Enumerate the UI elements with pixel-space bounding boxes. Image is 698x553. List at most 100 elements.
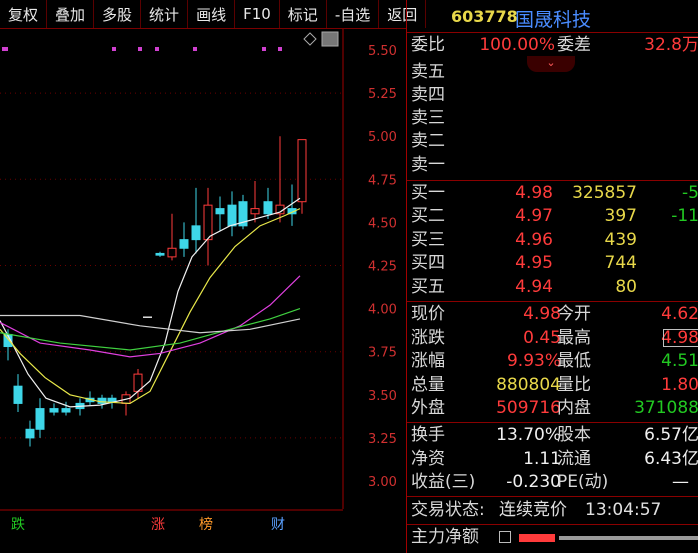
shouyi-value: -0.230 — [506, 472, 561, 492]
draw-line-button[interactable]: 画线 — [188, 0, 236, 28]
zhangfu-value: 9.93% — [506, 351, 561, 371]
y-tick-label: 3.25 — [368, 432, 397, 447]
buy-label: 买四 — [411, 253, 445, 273]
sell-row: 卖二 — [407, 131, 698, 152]
chart-marker-dot — [262, 47, 266, 51]
divider — [407, 422, 698, 423]
sell-row: 卖四 — [407, 85, 698, 106]
buy-change: -5 — [682, 183, 698, 203]
zhangdie-label: 涨跌 — [411, 328, 445, 348]
quote-panel: 603778 国晟科技 委比 100.00% 委差 32.8万 ⌄ 卖五 卖四 … — [406, 0, 698, 553]
buy-label: 买一 — [411, 183, 445, 203]
divider — [407, 32, 698, 33]
guben-label: 股本 — [557, 425, 591, 445]
stat-row: 总量 880804 量比 1.80 — [407, 375, 698, 396]
buy-row: 买四 4.95 744 — [407, 253, 698, 274]
sell-label: 卖五 — [411, 62, 445, 82]
jinkai-label: 今开 — [557, 304, 591, 324]
y-tick-label: 5.25 — [368, 87, 397, 102]
y-tick-label: 5.00 — [368, 130, 397, 145]
candle-body — [167, 247, 177, 258]
liangbi-value: 1.80 — [661, 375, 698, 395]
shouyi-label: 收益(三) — [411, 472, 476, 492]
kline-svg: 5.50 5.25 5.00 4.75 4.50 4.25 4.00 3.75 3.50 3.25… — [0, 29, 397, 533]
event-marker: 跌 — [11, 517, 25, 533]
candle-body — [191, 225, 201, 241]
list-icon[interactable] — [499, 531, 511, 543]
guben-value: 6.57亿 — [644, 425, 698, 445]
y-tick-label: 4.25 — [368, 260, 397, 275]
candle-body — [179, 239, 189, 249]
main-net-bar — [519, 534, 698, 542]
buy-label: 买五 — [411, 277, 445, 297]
buy-price: 4.96 — [515, 230, 553, 250]
divider — [407, 496, 698, 497]
sell-row: 卖三 — [407, 108, 698, 129]
y-tick-label: 4.00 — [368, 303, 397, 318]
kline-chart[interactable]: 5.50 5.25 5.00 4.75 4.50 4.25 4.00 3.75 3.50 3.25… — [0, 29, 406, 553]
candle-body — [263, 201, 273, 215]
huanshou-label: 换手 — [411, 425, 445, 445]
stat-row: 现价 4.98 今开 4.62 — [407, 304, 698, 325]
neipan-value: 371088 — [634, 398, 698, 418]
chart-marker-dot — [278, 47, 282, 51]
remove-watchlist-button[interactable]: -自选 — [327, 0, 380, 28]
candle-body — [49, 408, 59, 413]
sell-label: 卖三 — [411, 108, 445, 128]
f10-button[interactable]: F10 — [235, 0, 280, 28]
chart-marker-dot — [193, 47, 197, 51]
ma60-line — [0, 314, 301, 334]
xianjia-value: 4.98 — [523, 304, 561, 324]
y-tick-label: 5.50 — [368, 44, 397, 59]
overlay-button[interactable]: 叠加 — [47, 0, 95, 28]
multi-stock-button[interactable]: 多股 — [94, 0, 142, 28]
stat-row: 净资 1.11 流通 6.43亿 — [407, 449, 698, 470]
diamond-icon — [303, 32, 317, 46]
main-net-row[interactable]: 主力净额 — [407, 527, 698, 548]
y-tick-label: 3.00 — [368, 475, 397, 490]
buy-row: 买二 4.97 397 -11 — [407, 206, 698, 227]
buy-price: 4.94 — [515, 277, 553, 297]
zongliang-value: 880804 — [496, 375, 561, 395]
buy-price: 4.95 — [515, 253, 553, 273]
chart-marker-dot — [155, 47, 159, 51]
pe-value: — — [672, 472, 689, 492]
divider — [407, 180, 698, 181]
jingzi-value: 1.11 — [523, 449, 561, 469]
stat-row: 换手 13.70% 股本 6.57亿 — [407, 425, 698, 446]
statistics-button[interactable]: 统计 — [141, 0, 189, 28]
zuidi-label: 最低 — [557, 351, 591, 371]
stock-code: 603778 — [451, 7, 518, 26]
buy-change: -11 — [671, 206, 698, 226]
chart-marker-dot — [4, 47, 8, 51]
buy-label: 买二 — [411, 206, 445, 226]
weicha-label: 委差 — [557, 35, 591, 55]
buy-row: 买五 4.94 80 — [407, 277, 698, 298]
menu-icon — [321, 31, 339, 47]
buy-volume: 325857 — [572, 183, 637, 203]
ma20-line — [0, 275, 301, 358]
fuquan-button[interactable]: 复权 — [0, 0, 48, 28]
stat-row: 收益(三) -0.230 PE(动) — — [407, 472, 698, 493]
sell-label: 卖二 — [411, 131, 445, 151]
sell-label: 卖四 — [411, 85, 445, 105]
zuigao-label: 最高 — [557, 328, 591, 348]
jinkai-value: 4.62 — [661, 304, 698, 324]
chart-marker-dot — [112, 47, 116, 51]
chart-marker-dot — [138, 47, 142, 51]
stock-name[interactable]: 国晟科技 — [515, 5, 591, 32]
candle-body — [203, 204, 213, 241]
weicha-value: 32.8万 — [644, 35, 698, 55]
mark-button[interactable]: 标记 — [280, 0, 327, 28]
y-tick-label: 3.75 — [368, 346, 397, 361]
buy-volume: 744 — [604, 253, 637, 273]
buy-price: 4.97 — [515, 206, 553, 226]
stat-row: 涨幅 9.93% 最低 4.51 — [407, 351, 698, 372]
y-tick-label: 3.50 — [368, 389, 397, 404]
toolbar: 复权 叠加 多股 统计 画线 F10 标记 -自选 返回 — [0, 0, 427, 29]
trade-status-row: 交易状态: 连续竞价 13:04:57 — [407, 500, 698, 521]
liangbi-label: 量比 — [557, 375, 591, 395]
neipan-label: 内盘 — [557, 398, 591, 418]
stat-row: 涨跌 0.45 最高 4.98 — [407, 328, 698, 349]
event-marker: 涨 — [151, 517, 165, 533]
